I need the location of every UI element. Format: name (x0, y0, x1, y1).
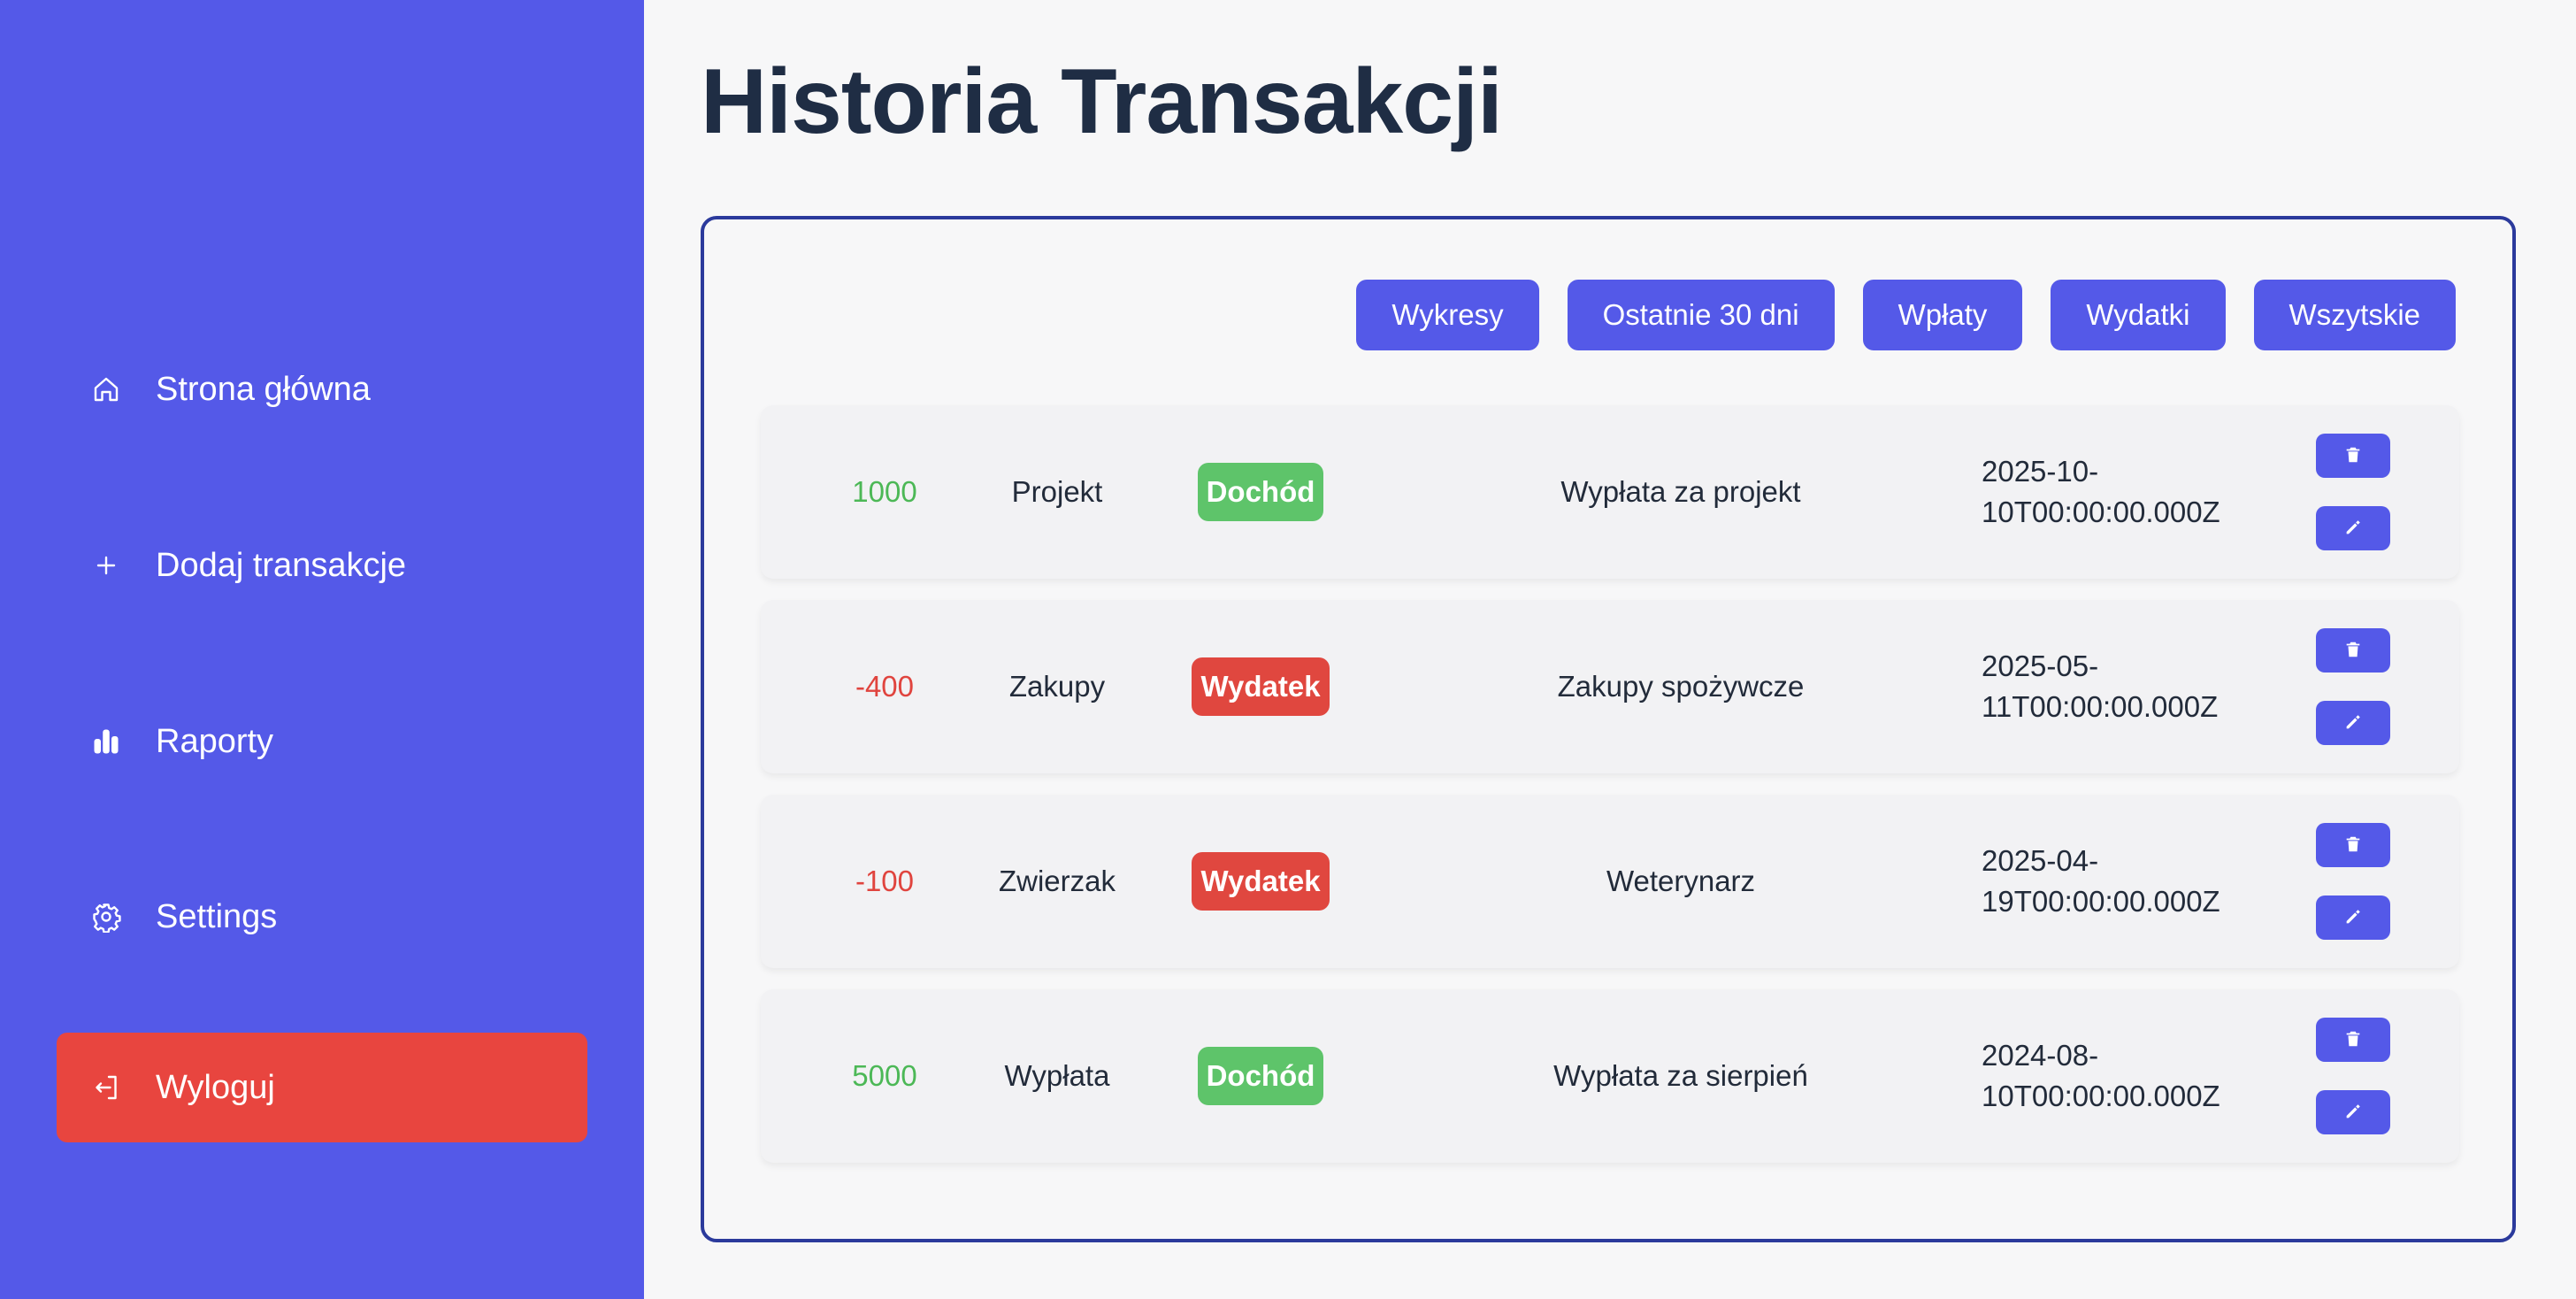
sidebar-item-label: Settings (156, 897, 278, 935)
logout-label: Wyloguj (156, 1068, 275, 1106)
expense-badge: Wydatek (1192, 657, 1330, 716)
date-line: 10T00:00:00.000Z (1982, 496, 2220, 528)
logout-button[interactable]: Wyloguj (57, 1033, 587, 1142)
pencil-icon (2343, 712, 2363, 734)
delete-button[interactable] (2316, 1018, 2390, 1062)
transaction-row: -100 Zwierzak Wydatek Weterynarz 2025-04… (761, 795, 2459, 968)
sidebar-item-label: Raporty (156, 722, 274, 760)
transaction-description: Wypłata za projekt (1560, 475, 1801, 508)
transaction-type-cell: Wydatek (1150, 795, 1371, 968)
income-badge: Dochód (1197, 1047, 1324, 1105)
income-badge: Dochód (1197, 463, 1324, 521)
transaction-date: 2024-08- 10T00:00:00.000Z (1982, 989, 2265, 1163)
date-line: 19T00:00:00.000Z (1982, 885, 2220, 918)
row-actions (2311, 600, 2396, 773)
transaction-row: 1000 Projekt Dochód Wypłata za projekt 2… (761, 405, 2459, 579)
sidebar-item-label: Dodaj transakcje (156, 546, 407, 584)
gear-icon (88, 899, 124, 934)
date-line: 2025-05- (1982, 650, 2099, 682)
edit-button[interactable] (2316, 895, 2390, 940)
trash-icon (2343, 834, 2363, 857)
deposits-filter-button[interactable]: Wpłaty (1862, 280, 2023, 350)
transaction-list: 1000 Projekt Dochód Wypłata za projekt 2… (761, 405, 2459, 1184)
transaction-type-cell: Dochód (1150, 405, 1371, 579)
edit-button[interactable] (2316, 506, 2390, 550)
filter-bar: Wykresy Ostatnie 30 dni Wpłaty Wydatki W… (1356, 280, 2456, 350)
row-actions (2311, 795, 2396, 968)
pencil-icon (2343, 518, 2363, 540)
transaction-category: Projekt (1011, 475, 1103, 508)
transaction-category: Zwierzak (998, 865, 1116, 897)
trash-icon (2343, 1029, 2363, 1051)
date-line: 2025-10- (1982, 455, 2099, 488)
trash-icon (2343, 640, 2363, 662)
logout-icon (88, 1070, 124, 1105)
sidebar-item-add-transaction[interactable]: Dodaj transakcje (57, 511, 587, 620)
transaction-date: 2025-05- 11T00:00:00.000Z (1982, 600, 2265, 773)
transaction-category: Zakupy (1008, 670, 1106, 703)
pencil-icon (2343, 1102, 2363, 1124)
date-line: 10T00:00:00.000Z (1982, 1080, 2220, 1112)
trash-icon (2343, 445, 2363, 467)
sidebar-item-settings[interactable]: Settings (57, 862, 587, 972)
date-line: 11T00:00:00.000Z (1982, 690, 2219, 723)
page-title: Historia Transakcji (701, 50, 1503, 153)
bar-chart-icon (88, 724, 124, 759)
transaction-type-cell: Dochód (1150, 989, 1371, 1163)
home-icon (88, 372, 124, 407)
transaction-row: -400 Zakupy Wydatek Zakupy spożywcze 202… (761, 600, 2459, 773)
sidebar: Strona główna Dodaj transakcje Raporty S… (0, 0, 644, 1299)
edit-button[interactable] (2316, 1090, 2390, 1134)
edit-button[interactable] (2316, 701, 2390, 745)
charts-button[interactable]: Wykresy (1356, 280, 1539, 350)
delete-button[interactable] (2316, 628, 2390, 673)
transaction-description: Wypłata za sierpień (1553, 1059, 1808, 1092)
plus-icon (88, 548, 124, 583)
transactions-panel: Wykresy Ostatnie 30 dni Wpłaty Wydatki W… (701, 216, 2516, 1242)
sidebar-item-reports[interactable]: Raporty (57, 687, 587, 796)
transaction-date: 2025-04- 19T00:00:00.000Z (1982, 795, 2265, 968)
pencil-icon (2343, 907, 2363, 929)
delete-button[interactable] (2316, 434, 2390, 478)
row-actions (2311, 405, 2396, 579)
date-line: 2025-04- (1982, 844, 2099, 877)
delete-button[interactable] (2316, 823, 2390, 867)
sidebar-item-label: Strona główna (156, 370, 371, 408)
transaction-date: 2025-10- 10T00:00:00.000Z (1982, 405, 2265, 579)
last-30-days-button[interactable]: Ostatnie 30 dni (1567, 280, 1835, 350)
expense-badge: Wydatek (1192, 852, 1330, 911)
expenses-filter-button[interactable]: Wydatki (2051, 280, 2226, 350)
transaction-description: Weterynarz (1606, 865, 1756, 897)
all-filter-button[interactable]: Wszytskie (2253, 280, 2456, 350)
date-line: 2024-08- (1982, 1039, 2099, 1072)
transaction-category: Wypłata (1004, 1059, 1110, 1092)
transaction-row: 5000 Wypłata Dochód Wypłata za sierpień … (761, 989, 2459, 1163)
transaction-type-cell: Wydatek (1150, 600, 1371, 773)
sidebar-item-home[interactable]: Strona główna (57, 334, 587, 444)
row-actions (2311, 989, 2396, 1163)
transaction-description: Zakupy spożywcze (1557, 670, 1805, 703)
main-content: Historia Transakcji Wykresy Ostatnie 30 … (644, 0, 2576, 1299)
